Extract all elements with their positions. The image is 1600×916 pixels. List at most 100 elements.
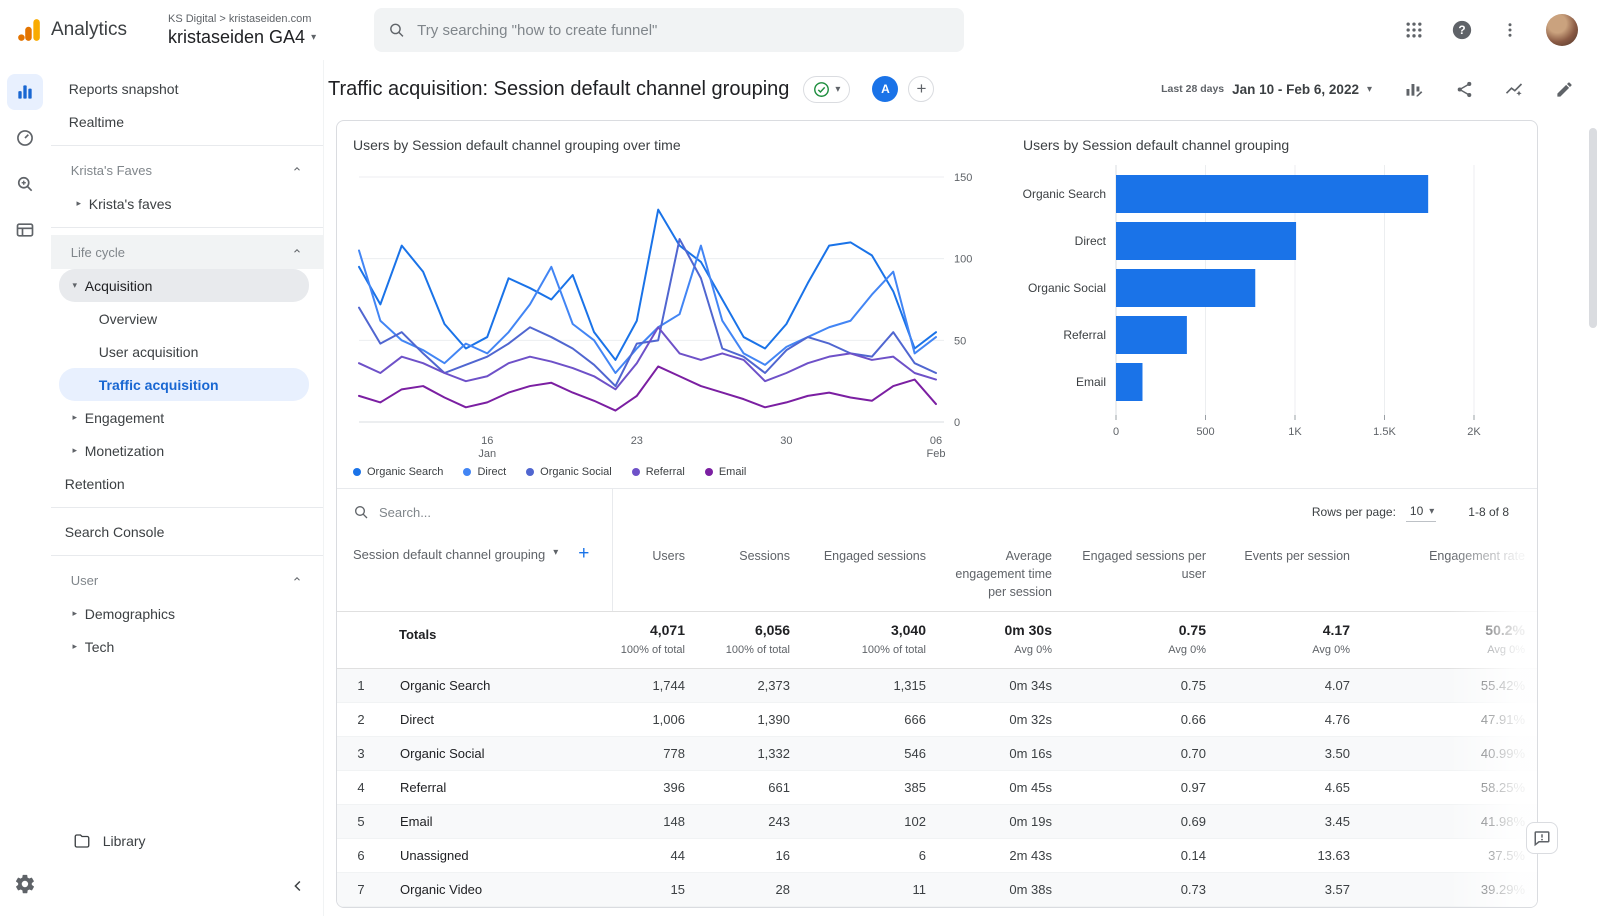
channel-name: Referral (400, 780, 447, 796)
svg-text:500: 500 (1196, 426, 1214, 438)
sidebar-item-retention[interactable]: Retention (59, 467, 309, 500)
metric-value: 102 (904, 814, 926, 830)
property-name: kristaseiden GA4 (168, 26, 306, 47)
svg-text:0: 0 (954, 417, 960, 429)
svg-text:150: 150 (954, 172, 972, 184)
sidebar-item-tech[interactable]: ▸ Tech (59, 630, 309, 663)
bar-referral (1116, 316, 1187, 354)
insights-icon[interactable] (1502, 77, 1526, 101)
column-header-sessions[interactable]: Sessions (697, 535, 802, 611)
sidebar-item-search-console[interactable]: Search Console (59, 515, 309, 548)
help-icon[interactable]: ? (1450, 18, 1474, 42)
sidebar-item-label: Overview (98, 310, 158, 327)
line-chart-block: Users by Session default channel groupin… (351, 131, 991, 488)
sidebar-item-user-acquisition[interactable]: User acquisition (59, 335, 309, 368)
sidebar-item-label: Krista's faves (88, 195, 172, 212)
feedback-button[interactable] (1526, 822, 1558, 854)
advertising-icon[interactable] (7, 212, 43, 248)
analytics-logo (18, 19, 40, 41)
metric-value: 396 (663, 780, 685, 796)
metric-value: 0m 38s (1009, 882, 1052, 898)
bar-category-label: Referral (1063, 328, 1106, 342)
svg-text:30: 30 (780, 435, 792, 447)
column-header-users[interactable]: Users (613, 535, 697, 611)
sidebar-item-realtime[interactable]: Realtime (59, 105, 309, 138)
rows-per-page-select[interactable]: 10 ▾ (1405, 502, 1437, 522)
pagination-range: 1-8 of 8 (1468, 505, 1509, 519)
report-status-pill[interactable]: ▾ (803, 75, 851, 103)
comparison-chip[interactable]: A (872, 76, 899, 102)
column-header-engaged-sessions-per-user[interactable]: Engaged sessions per user (1064, 535, 1218, 611)
column-header-events-per-session[interactable]: Events per session (1218, 535, 1362, 611)
explore-icon[interactable] (7, 166, 43, 202)
global-search[interactable] (374, 8, 965, 52)
metric-value: 0m 16s (1009, 746, 1052, 762)
metric-value: 0.66 (1180, 712, 1206, 728)
row-index: 5 (357, 814, 365, 830)
sidebar-item-library[interactable]: Library (51, 832, 146, 850)
scrollbar[interactable] (1589, 128, 1597, 328)
metric-value: 0.75 (1180, 678, 1206, 694)
sidebar-section-user[interactable]: User (51, 563, 323, 597)
global-search-input[interactable] (417, 21, 951, 39)
metric-value: 3.50 (1324, 746, 1350, 762)
chart-legend: Organic Search Direct Organic Social Referr… (351, 462, 991, 488)
reports-icon[interactable] (7, 74, 44, 110)
sidebar-section-life-cycle[interactable]: Life cycle (50, 235, 323, 269)
table-search-input[interactable] (379, 504, 549, 520)
bar-organic-search (1116, 175, 1429, 213)
legend-dot (631, 468, 640, 476)
table-row: 4 Referral 396 661 385 0m 45s 0.97 4.65 58.25% (337, 771, 1537, 806)
collapse-sidebar-button[interactable] (289, 877, 307, 900)
add-dimension-button[interactable]: + (578, 544, 589, 563)
sidebar-item-label: Tech (84, 638, 115, 655)
column-header-engaged-sessions[interactable]: Engaged sessions (802, 535, 938, 611)
bar-category-label: Organic Social (1028, 281, 1106, 295)
chevron-down-icon: ▾ (1429, 505, 1435, 517)
bar-organic-social (1116, 269, 1256, 307)
sidebar-item-traffic-acquisition[interactable]: Traffic acquisition (58, 368, 309, 401)
sidebar-item-monetization[interactable]: ▸ Monetization (59, 434, 309, 467)
svg-text:1.5K: 1.5K (1373, 426, 1396, 438)
sidebar-item-overview[interactable]: Overview (59, 302, 309, 335)
chevron-up-icon (291, 573, 303, 588)
metric-value: 3.45 (1324, 814, 1350, 830)
date-range-selector[interactable]: Jan 10 - Feb 6, 2022 (1232, 82, 1359, 97)
check-circle-icon (814, 81, 830, 97)
sidebar-section-krista-s-faves[interactable]: Krista's Faves (51, 153, 323, 187)
chevron-down-icon: ▾ (311, 31, 317, 43)
sidebar-item-demographics[interactable]: ▸ Demographics (59, 597, 309, 630)
svg-text:16: 16 (481, 435, 493, 447)
share-icon[interactable] (1452, 77, 1476, 101)
sidebar-divider (50, 555, 323, 556)
edit-icon[interactable] (1552, 77, 1576, 101)
svg-text:2K: 2K (1467, 426, 1481, 438)
more-options-icon[interactable] (1498, 18, 1522, 42)
sidebar-item-reports-snapshot[interactable]: Reports snapshot (59, 72, 309, 105)
svg-text:Jan: Jan (478, 448, 496, 457)
column-header-average-engagement-time-per-session[interactable]: Average engagement time per session (938, 535, 1064, 611)
channel-name: Unassigned (400, 848, 469, 864)
top-app-bar: Analytics KS Digital > kristaseiden.com … (0, 0, 1600, 60)
totals-cell: 0m 30s Avg 0% (1004, 622, 1052, 657)
metric-value: 4.07 (1324, 678, 1350, 694)
svg-text:Feb: Feb (927, 448, 946, 457)
realtime-icon[interactable] (7, 120, 43, 156)
customize-report-icon[interactable] (1402, 77, 1426, 101)
account-switcher[interactable]: KS Digital > kristaseiden.com kristaseid… (168, 13, 316, 48)
sidebar-item-acquisition[interactable]: ▾ Acquisition (58, 269, 309, 302)
dimension-header[interactable]: Session default channel grouping ▾ + (337, 535, 613, 612)
user-avatar[interactable] (1546, 14, 1578, 46)
sidebar-item-engagement[interactable]: ▸ Engagement (59, 401, 309, 434)
legend-item-direct: Direct (463, 466, 506, 478)
metric-value: 0.14 (1180, 848, 1206, 864)
legend-label: Organic Search (367, 466, 444, 478)
apps-grid-icon[interactable] (1402, 18, 1426, 42)
add-comparison-button[interactable]: + (908, 76, 935, 102)
table-row: 7 Organic Video 15 28 11 0m 38s 0.73 3.57 39.29% (337, 873, 1537, 908)
sidebar-item-krista-s-faves[interactable]: ▸ Krista's faves (59, 187, 309, 220)
admin-gear-icon[interactable] (7, 866, 43, 902)
column-header-engagement-rate[interactable]: Engagement rate (1362, 535, 1537, 611)
metric-value: 58.25% (1480, 780, 1525, 796)
table-header-row: Session default channel grouping ▾ + Use… (337, 535, 1537, 613)
